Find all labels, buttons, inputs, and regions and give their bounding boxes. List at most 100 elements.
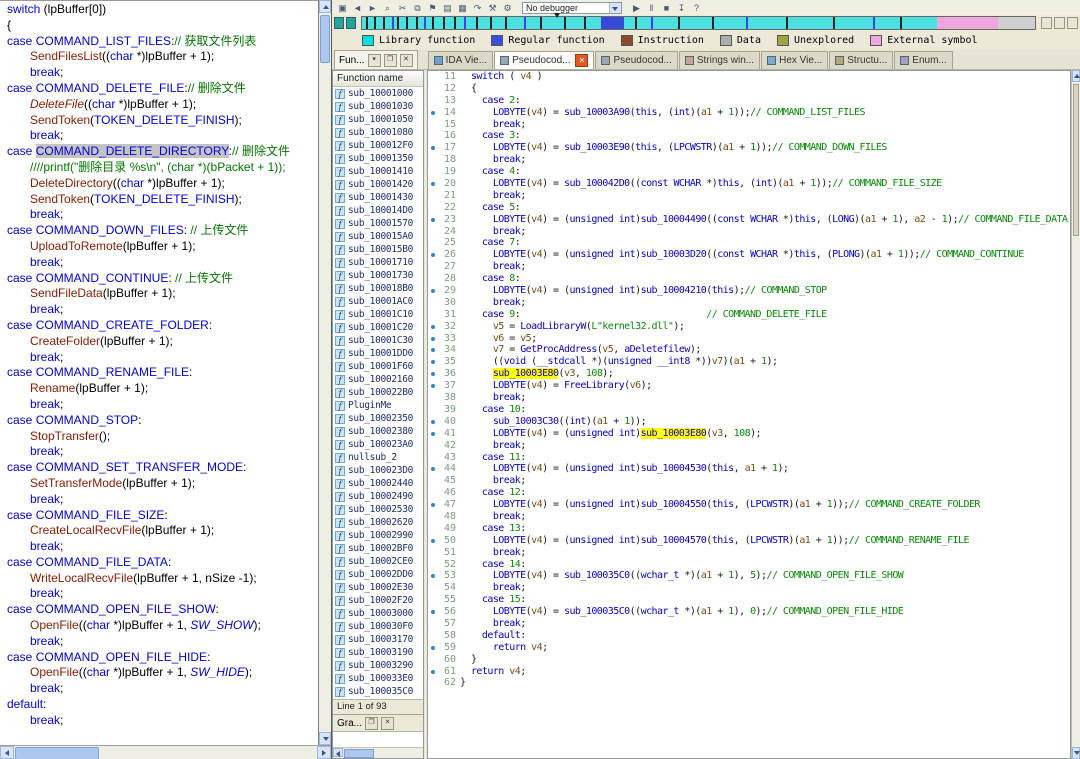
pseudocode-line[interactable]: 30 break; <box>428 297 1070 309</box>
settings-icon[interactable]: ⚙ <box>501 2 514 14</box>
source-line[interactable]: break; <box>0 539 318 555</box>
source-line[interactable]: break; <box>0 586 318 602</box>
tab-enums[interactable]: Enum... <box>894 51 953 69</box>
code-token[interactable]: sub_10004530 <box>641 463 707 474</box>
source-line[interactable]: break; <box>0 713 318 729</box>
source-line[interactable]: UploadToRemote(lpBuffer + 1); <box>0 239 318 255</box>
source-line[interactable]: WriteLocalRecvFile(lpBuffer + 1, nSize -… <box>0 571 318 587</box>
list-icon[interactable]: ▤ <box>441 2 454 14</box>
pseudocode-line[interactable]: 48 break; <box>428 511 1070 523</box>
source-editor[interactable]: switch (lpBuffer[0]){case COMMAND_LIST_F… <box>0 0 318 759</box>
pseudocode-line[interactable]: 43 case 11: <box>428 452 1070 464</box>
function-list-item[interactable]: f sub_10002490 <box>333 490 423 503</box>
navband-bar[interactable] <box>361 13 1036 30</box>
navband-left-button[interactable] <box>346 17 356 29</box>
pseudocode-line[interactable]: 54 break; <box>428 582 1070 594</box>
source-line[interactable]: case COMMAND_OPEN_FILE_SHOW: <box>0 602 318 618</box>
code-token[interactable]: sub_10004570 <box>641 535 707 546</box>
function-list-item[interactable]: f sub_10001AC0 <box>333 295 423 308</box>
pseudocode-line[interactable]: 49 case 13: <box>428 523 1070 535</box>
function-list-item[interactable]: f sub_100035C0 <box>333 685 423 698</box>
code-token[interactable]: DeleteDirectory <box>30 176 113 190</box>
source-line[interactable]: SendToken(TOKEN_DELETE_FINISH); <box>0 113 318 129</box>
navband-menu-button[interactable] <box>1067 17 1078 29</box>
scroll-thumb[interactable] <box>320 15 330 63</box>
pseudocode-line[interactable]: 12 { <box>428 83 1070 95</box>
search-icon[interactable]: ⌕ <box>381 2 394 14</box>
pseudocode-line[interactable]: 26 LOBYTE(v4) = (unsigned int)sub_10003D… <box>428 249 1070 261</box>
pseudocode-scrollbar[interactable] <box>1071 70 1080 759</box>
source-line[interactable]: break; <box>0 350 318 366</box>
function-list-item[interactable]: f sub_10001C30 <box>333 334 423 347</box>
code-token[interactable]: sub_10003D20 <box>641 249 707 260</box>
source-line[interactable]: break; <box>0 302 318 318</box>
pseudocode-line[interactable]: 41 LOBYTE(v4) = (unsigned int)sub_10003E… <box>428 427 1070 440</box>
code-token[interactable]: GetProcAddress <box>520 344 597 355</box>
pseudocode-line[interactable]: 40 sub_10003C30((int)(a1 + 1)); <box>428 416 1070 428</box>
source-line[interactable]: SendToken(TOKEN_DELETE_FINISH); <box>0 192 318 208</box>
pseudocode-line[interactable]: 25 case 7: <box>428 237 1070 249</box>
function-list-item[interactable]: f sub_10001430 <box>333 191 423 204</box>
tab-pseudocode-1[interactable]: Pseudocod... ✕ <box>494 51 595 69</box>
stop-debug-icon[interactable]: ■ <box>660 2 673 14</box>
function-list-item[interactable]: f sub_10001410 <box>333 165 423 178</box>
functions-panel-tab[interactable]: Fun... ▾ ❐ ✕ <box>334 50 418 69</box>
source-line[interactable]: case COMMAND_CONTINUE: // 上传文件 <box>0 271 318 287</box>
code-token[interactable]: sub_10004490 <box>641 214 707 225</box>
cut-icon[interactable]: ✂ <box>396 2 409 14</box>
close-tab-button[interactable]: ✕ <box>575 54 589 67</box>
function-list-item[interactable]: f sub_100015B0 <box>333 243 423 256</box>
function-list-item[interactable]: f sub_10002350 <box>333 412 423 425</box>
code-token[interactable]: WriteLocalRecvFile <box>30 571 133 585</box>
graph-icon[interactable]: ▦ <box>456 2 469 14</box>
panel-restore-icon[interactable]: ❐ <box>365 716 379 730</box>
code-token[interactable]: sub_100035C0 <box>564 606 630 617</box>
source-code[interactable]: switch (lpBuffer[0]){case COMMAND_LIST_F… <box>0 2 318 745</box>
pseudocode-line[interactable]: 20 LOBYTE(v4) = sub_100042D0((const WCHA… <box>428 178 1070 190</box>
function-list-item[interactable]: f sub_100018B0 <box>333 282 423 295</box>
source-line[interactable]: Rename(lpBuffer + 1); <box>0 381 318 397</box>
pseudocode-line[interactable]: 46 case 12: <box>428 487 1070 499</box>
source-line[interactable]: StopTransfer(); <box>0 429 318 445</box>
panel-restore-icon[interactable]: ❐ <box>383 53 397 67</box>
pseudocode-line[interactable]: 56 LOBYTE(v4) = sub_100035C0((wchar_t *)… <box>428 606 1070 618</box>
code-token[interactable]: sub_100035C0 <box>564 570 630 581</box>
pseudocode-line[interactable]: 59 return v4; <box>428 642 1070 654</box>
code-token[interactable]: sub_100042D0 <box>564 178 630 189</box>
scroll-down-button[interactable] <box>319 732 331 745</box>
step-into-icon[interactable]: ↧ <box>675 2 688 14</box>
pseudocode-line[interactable]: 13 case 2: <box>428 95 1070 107</box>
source-line[interactable]: case COMMAND_FILE_SIZE: <box>0 508 318 524</box>
code-token[interactable]: SendFilesList <box>30 49 102 63</box>
pseudocode-line[interactable]: 51 break; <box>428 547 1070 559</box>
pseudocode-line[interactable]: 61 return v4; <box>428 666 1070 678</box>
panel-close-icon[interactable]: ✕ <box>381 716 395 730</box>
pseudocode-line[interactable]: 21 break; <box>428 190 1070 202</box>
function-list-item[interactable]: f sub_10003190 <box>333 646 423 659</box>
copy-icon[interactable]: ⧉ <box>411 2 424 14</box>
tab-ida-view[interactable]: IDA Vie... <box>427 51 494 69</box>
code-token[interactable]: sub_10003C30 <box>493 416 559 427</box>
source-line[interactable]: break; <box>0 65 318 81</box>
pseudocode-line[interactable]: 29 LOBYTE(v4) = (unsigned int)sub_100042… <box>428 285 1070 297</box>
source-line[interactable]: case COMMAND_DELETE_DIRECTORY:// 删除文件 <box>0 144 318 160</box>
function-list-item[interactable]: f sub_10001DD0 <box>333 347 423 360</box>
code-token[interactable]: SetTransferMode <box>30 476 122 490</box>
source-line[interactable]: case COMMAND_LIST_FILES:// 获取文件列表 <box>0 34 318 50</box>
pseudocode-line[interactable]: 50 LOBYTE(v4) = (unsigned int)sub_100045… <box>428 535 1070 547</box>
tab-strings[interactable]: Strings win... <box>678 51 761 69</box>
pause-debug-icon[interactable]: ‖ <box>645 2 658 14</box>
code-token[interactable]: StopTransfer <box>30 429 99 443</box>
source-line[interactable]: break; <box>0 397 318 413</box>
pseudocode-line[interactable]: 22 case 5: <box>428 202 1070 214</box>
debugger-select[interactable]: No debugger <box>522 1 622 14</box>
forward-icon[interactable]: ► <box>366 2 379 14</box>
function-list-item[interactable]: f sub_10003170 <box>333 633 423 646</box>
function-list-item[interactable]: f PluginMe <box>333 399 423 412</box>
function-list-item[interactable]: f sub_100023A0 <box>333 438 423 451</box>
source-line[interactable]: break; <box>0 207 318 223</box>
scroll-up-button[interactable] <box>319 0 331 13</box>
function-list-item[interactable]: f sub_100015A0 <box>333 230 423 243</box>
function-list-item[interactable]: f sub_10001C10 <box>333 308 423 321</box>
source-line[interactable]: DeleteDirectory((char *)lpBuffer + 1); <box>0 176 318 192</box>
